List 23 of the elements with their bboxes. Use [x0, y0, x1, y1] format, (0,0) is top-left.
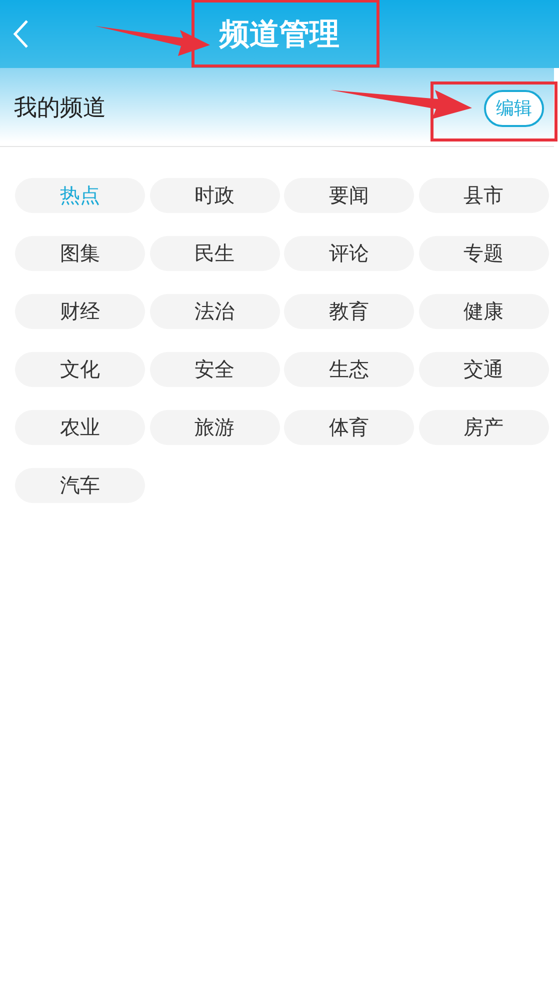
channel-chip[interactable]: 交通	[418, 352, 548, 387]
channel-chip[interactable]: 健康	[418, 294, 548, 329]
channel-chip[interactable]: 要闻	[284, 178, 414, 213]
channel-chip[interactable]: 旅游	[150, 410, 280, 445]
channel-chip[interactable]: 县市	[418, 178, 548, 213]
channel-chip[interactable]: 体育	[284, 410, 414, 445]
back-icon[interactable]	[12, 19, 30, 49]
section-title: 我的频道	[14, 94, 106, 122]
channel-chip[interactable]: 财经	[15, 294, 145, 329]
channel-chip[interactable]: 安全	[150, 352, 280, 387]
channel-chip[interactable]: 评论	[284, 236, 414, 271]
channel-chip[interactable]: 房产	[418, 410, 548, 445]
channel-chip[interactable]: 专题	[418, 236, 548, 271]
channel-chip[interactable]: 图集	[15, 236, 145, 271]
channel-chip[interactable]: 法治	[150, 294, 280, 329]
channel-chip[interactable]: 文化	[15, 352, 145, 387]
channel-chip[interactable]: 时政	[150, 178, 280, 213]
window-title: 频道管理	[220, 16, 340, 54]
channel-chip[interactable]: 民生	[150, 236, 280, 271]
channel-chip[interactable]: 农业	[15, 410, 145, 445]
channel-chip[interactable]: 生态	[284, 352, 414, 387]
channel-chip[interactable]: 汽车	[15, 468, 145, 503]
channel-chip[interactable]: 教育	[284, 294, 414, 329]
